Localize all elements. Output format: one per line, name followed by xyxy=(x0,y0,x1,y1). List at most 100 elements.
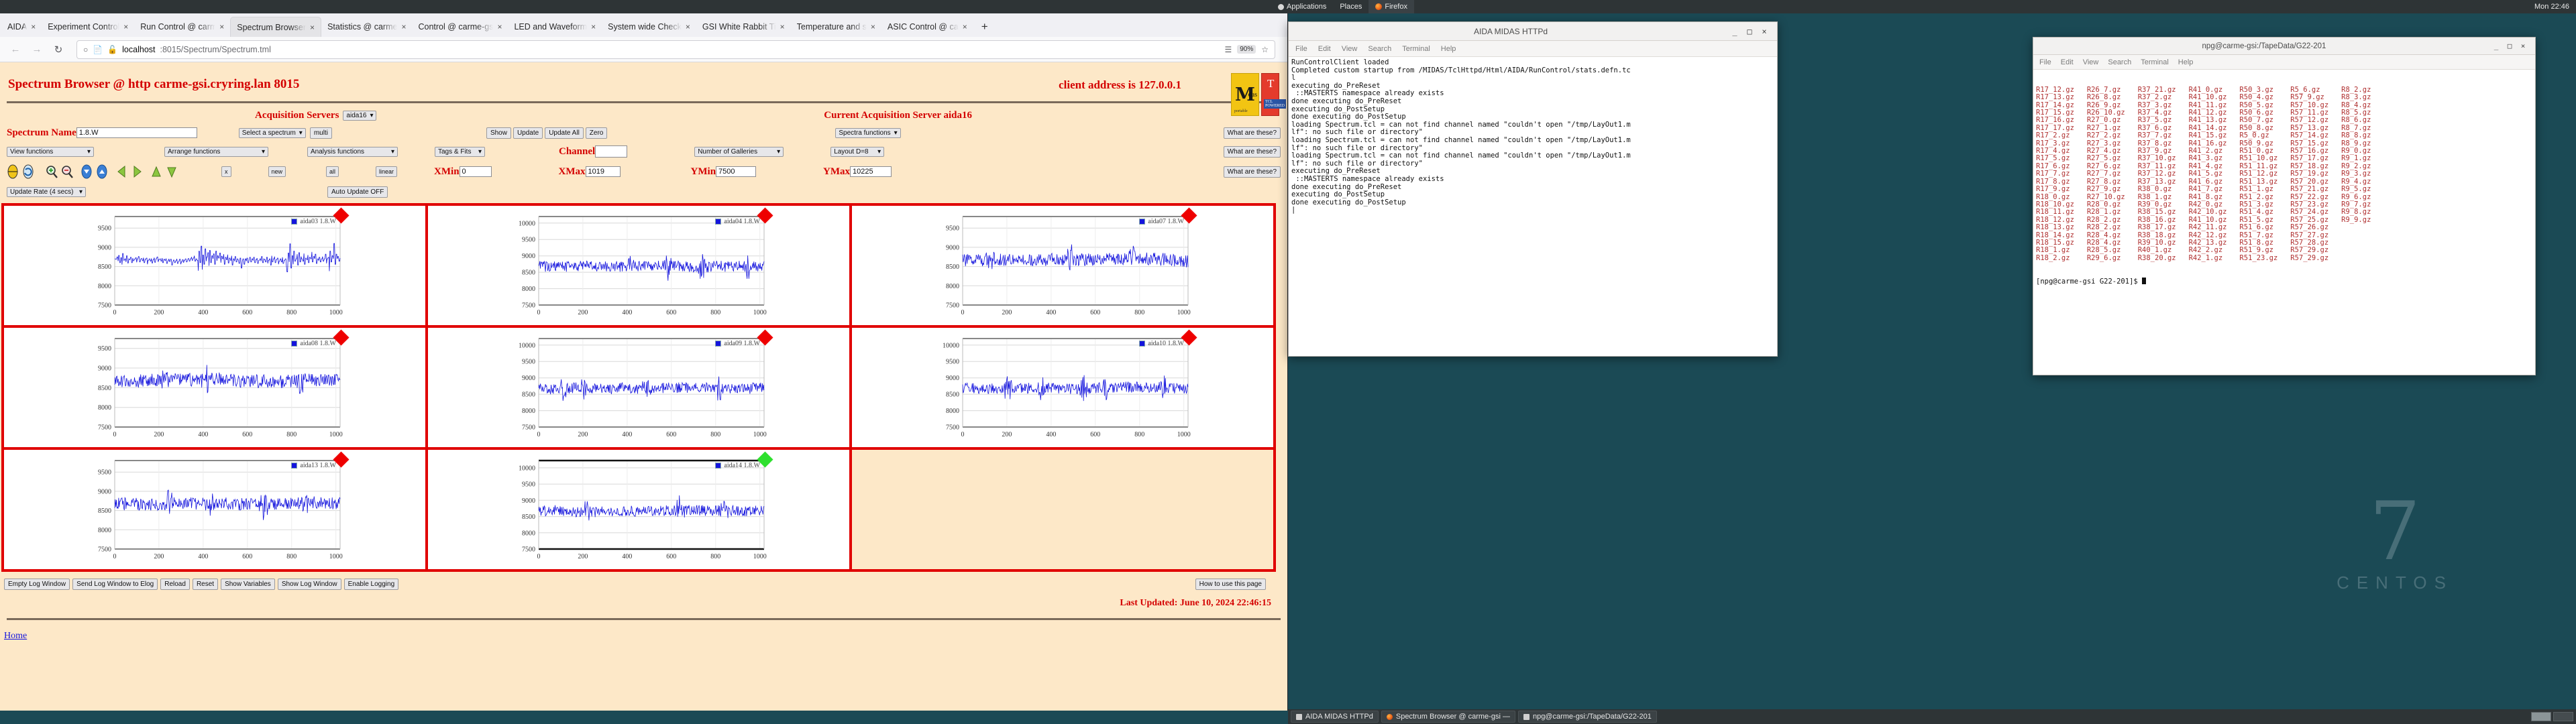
tags-fits-dropdown[interactable]: Tags & Fits ▾ xyxy=(435,146,485,157)
spectrum-name-input[interactable] xyxy=(76,127,197,138)
midas-menu-file[interactable]: File xyxy=(1295,45,1307,53)
forward-icon[interactable]: → xyxy=(28,41,46,58)
ymax-input[interactable] xyxy=(850,166,892,177)
midas-menu-help[interactable]: Help xyxy=(1441,45,1456,53)
browser-tab-1[interactable]: Experiment Control × xyxy=(42,17,134,37)
scroll-down-icon[interactable] xyxy=(80,164,93,180)
reload-icon[interactable]: ↻ xyxy=(50,41,67,58)
midas-terminal-output[interactable]: RunControlClient loaded Completed custom… xyxy=(1289,57,1777,356)
update-button[interactable]: Update xyxy=(513,127,543,139)
back-icon[interactable]: ← xyxy=(7,41,24,58)
arrange-functions-dropdown[interactable]: Arrange functions ▾ xyxy=(164,146,268,157)
new-button[interactable]: new xyxy=(268,166,286,177)
midas-menu-terminal[interactable]: Terminal xyxy=(1402,45,1430,53)
how-to-use-this-page-button[interactable]: How to use this page xyxy=(1195,579,1266,590)
tab-close-icon[interactable]: × xyxy=(219,22,224,32)
clock[interactable]: Mon 22:46 xyxy=(2528,0,2576,13)
pan-up-icon[interactable] xyxy=(150,164,163,180)
show-button[interactable]: Show xyxy=(486,127,511,139)
tab-close-icon[interactable]: × xyxy=(780,22,785,32)
tape-menu-search[interactable]: Search xyxy=(2108,58,2131,66)
gallery-cell-6[interactable]: 7500 8000 8500 9000 9500 0 200 400 600 800 1000 ai… xyxy=(3,448,427,570)
midas-menu-edit[interactable]: Edit xyxy=(1318,45,1331,53)
xmin-input[interactable] xyxy=(459,166,492,177)
tape-menu-terminal[interactable]: Terminal xyxy=(2141,58,2169,66)
what-are-these-button-2[interactable]: What are these? xyxy=(1223,145,1281,158)
view-functions-dropdown[interactable]: View functions ▾ xyxy=(7,146,94,157)
footer-button-6[interactable]: Enable Logging xyxy=(343,579,399,590)
home-link[interactable]: Home xyxy=(4,631,27,641)
tab-close-icon[interactable]: × xyxy=(686,22,690,32)
what-are-these-button-1[interactable]: What are these? xyxy=(1223,127,1281,139)
workspace-2[interactable] xyxy=(2553,712,2573,721)
taskbar-item-0[interactable]: AIDA MIDAS HTTPd xyxy=(1291,711,1379,723)
tab-close-icon[interactable]: × xyxy=(871,22,875,32)
tape-titlebar[interactable]: npg@carme-gsi:/TapeData/G22-201 _ □ × xyxy=(2033,38,2535,55)
firefox-menu[interactable]: Firefox xyxy=(1368,0,1414,13)
footer-button-5[interactable]: Show Log Window xyxy=(277,579,341,590)
pan-left-icon[interactable] xyxy=(115,164,128,180)
browser-tab-3[interactable]: Spectrum Browser × xyxy=(230,17,322,37)
lock-icon[interactable]: 🔓 xyxy=(107,45,117,54)
reader-mode-icon[interactable]: ☰ xyxy=(1224,45,1232,54)
spectrum-plot-4[interactable]: 7500 8000 8500 9000 9500 10000 0 200 400 600 800 10… xyxy=(502,329,775,444)
midas-menu-view[interactable]: View xyxy=(1342,45,1358,53)
midas-titlebar[interactable]: AIDA MIDAS HTTPd _ □ × xyxy=(1289,22,1777,41)
close-icon[interactable]: × xyxy=(2516,42,2530,50)
url-bar[interactable]: ○ 📄 🔓 localhost:8015/Spectrum/Spectrum.t… xyxy=(76,40,1275,59)
tab-close-icon[interactable]: × xyxy=(31,22,36,32)
page-info-icon[interactable]: 📄 xyxy=(93,45,103,54)
update-rate-dropdown[interactable]: Update Rate (4 secs) ▾ xyxy=(7,186,86,197)
number-of-galleries-dropdown[interactable]: Number of Galleries ▾ xyxy=(694,146,784,157)
scroll-up-icon[interactable] xyxy=(96,164,109,180)
tape-menu-view[interactable]: View xyxy=(2083,58,2099,66)
footer-button-0[interactable]: Empty Log Window xyxy=(4,579,70,590)
browser-tab-2[interactable]: Run Control @ carme × xyxy=(134,17,230,37)
spectrum-plot-5[interactable]: 7500 8000 8500 9000 9500 10000 0 200 400 600 800 10… xyxy=(926,329,1199,444)
spectrum-plot-7[interactable]: 7500 8000 8500 9000 9500 10000 0 200 400 600 800 10… xyxy=(502,451,775,566)
close-icon[interactable]: × xyxy=(1757,27,1772,36)
spectra-functions-dropdown[interactable]: Spectra functions ▾ xyxy=(835,127,901,138)
update-all-button[interactable]: Update All xyxy=(545,127,584,139)
x-button[interactable]: x xyxy=(221,166,231,177)
spectrum-plot-0[interactable]: 7500 8000 8500 9000 9500 0 200 400 600 800 1000 ai… xyxy=(78,207,351,322)
maximize-icon[interactable]: □ xyxy=(2503,42,2516,50)
browser-tab-9[interactable]: Temperature and s × xyxy=(791,17,881,37)
workspace-1[interactable] xyxy=(2531,712,2551,721)
all-button[interactable]: all xyxy=(326,166,339,177)
select-spectrum-dropdown[interactable]: Select a spectrum ▾ xyxy=(238,127,306,138)
footer-button-1[interactable]: Send Log Window to Elog xyxy=(72,579,158,590)
browser-tab-4[interactable]: Statistics @ carme × xyxy=(321,17,412,37)
tape-terminal-output[interactable]: R17_12.gz R26_7.gz R37_21.gz R41_0.gz R5… xyxy=(2033,70,2535,375)
browser-tab-10[interactable]: ASIC Control @ ca × xyxy=(881,17,973,37)
channel-input[interactable] xyxy=(595,145,628,158)
browser-tab-5[interactable]: Control @ carme-gsi × xyxy=(412,17,508,37)
tab-close-icon[interactable]: × xyxy=(497,22,502,32)
linear-button[interactable]: linear xyxy=(376,166,398,177)
browser-tab-8[interactable]: GSI White Rabbit Ti × xyxy=(696,17,791,37)
pan-right-icon[interactable] xyxy=(131,164,144,180)
pan-down-icon[interactable] xyxy=(166,164,178,180)
browser-tab-0[interactable]: AIDA × xyxy=(1,17,42,37)
tab-close-icon[interactable]: × xyxy=(123,22,128,32)
zoom-in-icon[interactable] xyxy=(46,164,58,180)
analysis-functions-dropdown[interactable]: Analysis functions ▾ xyxy=(307,146,398,157)
footer-button-3[interactable]: Reset xyxy=(192,579,219,590)
refresh-tool-icon[interactable] xyxy=(22,164,35,180)
spectrum-plot-3[interactable]: 7500 8000 8500 9000 9500 0 200 400 600 800 1000 ai… xyxy=(78,329,351,444)
spectrum-plot-1[interactable]: 7500 8000 8500 9000 9500 10000 0 200 400 600 800 10… xyxy=(502,207,775,322)
minimize-icon[interactable]: _ xyxy=(2489,42,2503,50)
midas-menu-search[interactable]: Search xyxy=(1368,45,1391,53)
gallery-cell-1[interactable]: 7500 8000 8500 9000 9500 10000 0 200 400 600 800 10… xyxy=(427,204,851,326)
taskbar-item-1[interactable]: Spectrum Browser @ carme-gsi — xyxy=(1381,711,1515,723)
taskbar-item-2[interactable]: npg@carme-gsi:/TapeData/G22-201 xyxy=(1517,711,1657,723)
tab-close-icon[interactable]: × xyxy=(401,22,406,32)
tab-close-icon[interactable]: × xyxy=(310,23,315,32)
gallery-cell-5[interactable]: 7500 8000 8500 9000 9500 10000 0 200 400 600 800 10… xyxy=(851,326,1275,448)
bookmark-star-icon[interactable]: ☆ xyxy=(1261,45,1269,54)
browser-tab-6[interactable]: LED and Waveform × xyxy=(508,17,602,37)
applications-menu[interactable]: Applications xyxy=(1271,0,1333,13)
workspace-switcher[interactable] xyxy=(2531,712,2573,721)
footer-button-4[interactable]: Show Variables xyxy=(221,579,275,590)
gallery-cell-4[interactable]: 7500 8000 8500 9000 9500 10000 0 200 400 600 800 10… xyxy=(427,326,851,448)
